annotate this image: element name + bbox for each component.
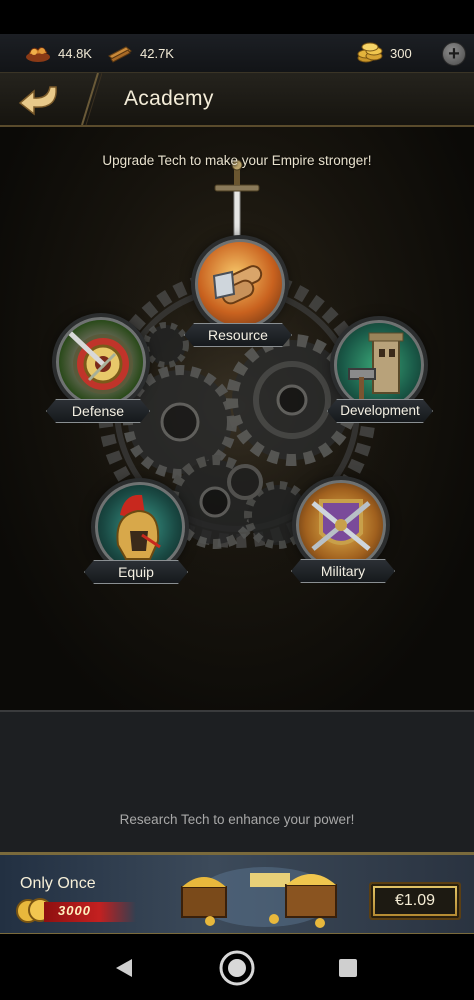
page-title: Academy: [124, 87, 214, 110]
development-label: Development: [327, 399, 433, 423]
equip-label: Equip: [84, 560, 188, 584]
defense-label: Defense: [46, 399, 150, 423]
equip-node-icon[interactable]: [95, 482, 185, 572]
wood-resource[interactable]: 42.7K: [106, 34, 174, 72]
resource-bar: 44.8K 42.7K 300: [0, 34, 474, 73]
wood-icon: [108, 46, 132, 63]
treasure-chest-icon: [181, 867, 337, 928]
military-node-icon[interactable]: [296, 480, 386, 570]
gold-amount: 300: [390, 45, 412, 61]
gold-resource[interactable]: 300: [356, 34, 412, 72]
info-text: Research Tech to enhance your power!: [119, 812, 355, 827]
nav-home-icon[interactable]: [218, 949, 256, 987]
development-node-icon[interactable]: [334, 320, 424, 410]
nav-recents-icon[interactable]: [338, 958, 358, 978]
resource-label: Resource: [184, 323, 292, 347]
system-nav-bar: [0, 934, 474, 1000]
add-gold-button[interactable]: +: [442, 42, 466, 66]
food-amount: 44.8K: [58, 45, 92, 61]
academy-header: Academy: [0, 73, 474, 127]
resource-node-icon[interactable]: [195, 239, 285, 329]
food-resource[interactable]: 44.8K: [24, 34, 92, 72]
header-divider: [81, 73, 102, 125]
military-label: Military: [291, 559, 395, 583]
defense-node-icon[interactable]: [56, 317, 146, 407]
back-arrow-icon[interactable]: [14, 79, 64, 119]
tech-tree-area: Upgrade Tech to make your Empire stronge…: [0, 127, 474, 710]
offer-value: 3000: [58, 903, 91, 918]
academy-subtitle: Upgrade Tech to make your Empire stronge…: [102, 153, 372, 168]
nav-back-icon[interactable]: [112, 956, 136, 980]
info-panel: Research Tech to enhance your power!: [0, 710, 474, 852]
offer-title: Only Once: [20, 875, 96, 892]
plus-icon: +: [448, 43, 460, 65]
buy-offer-button[interactable]: €1.09: [369, 882, 461, 920]
status-bar: [0, 0, 474, 34]
gold-coins-icon: [357, 42, 383, 63]
offer-price: €1.09: [375, 888, 455, 914]
food-icon: [26, 47, 50, 62]
wood-amount: 42.7K: [140, 45, 174, 61]
